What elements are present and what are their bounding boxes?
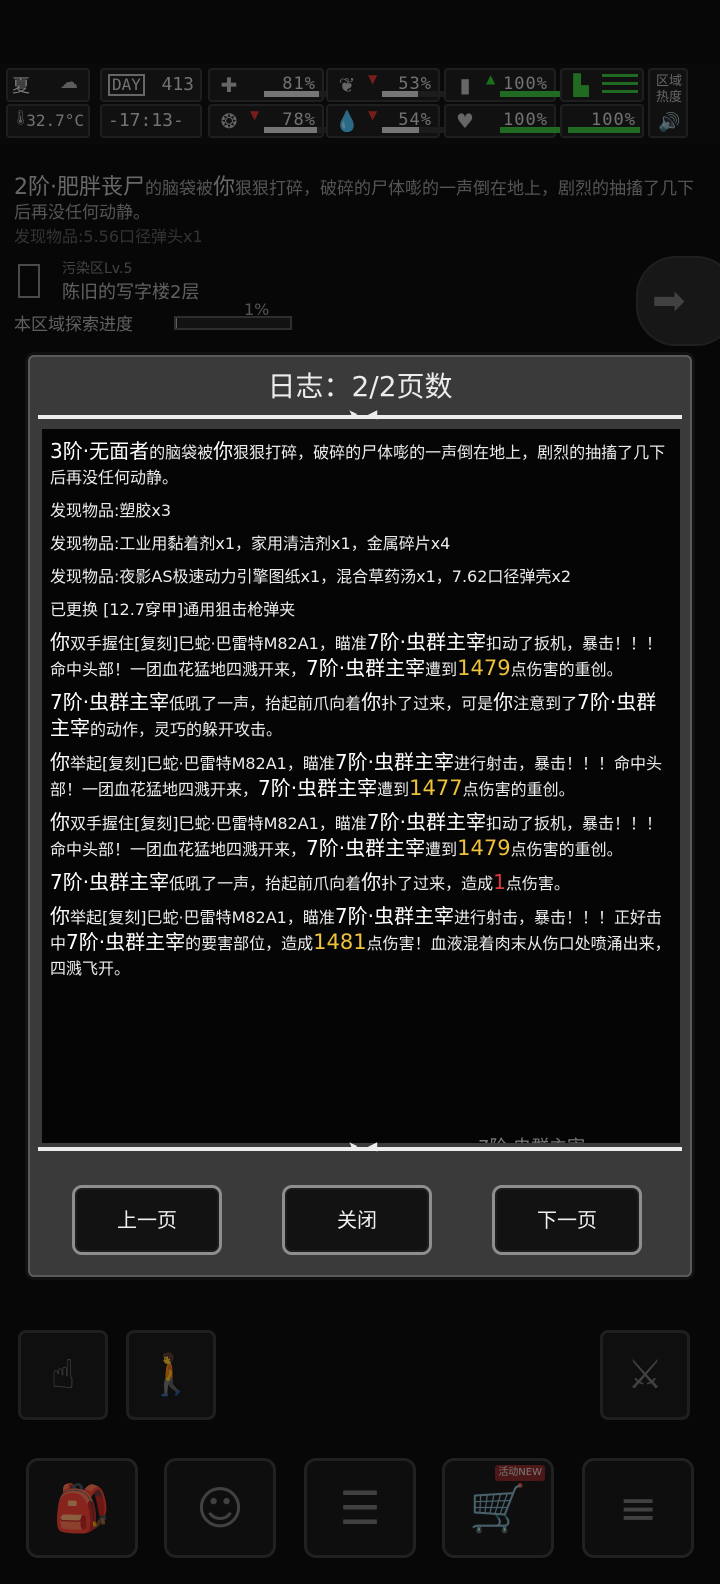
log-text: 遭到: [425, 840, 458, 859]
enemy-name: 7阶·虫群主宰: [306, 836, 426, 860]
log-text: 点伤害的重创。: [462, 780, 575, 799]
damage-number: 1481: [313, 930, 367, 954]
player-name: 你: [50, 630, 70, 654]
player-name: 你: [50, 750, 70, 774]
enemy-name: 7阶·虫群主宰: [50, 690, 170, 714]
log-entry: 发现物品:工业用黏着剂x1，家用清洁剂x1，金属碎片x4: [50, 534, 451, 553]
log-dialog: 日志：2/2页数 ➤◀ 3阶·无面者的脑袋被你狠狠打碎，破碎的尸体嘭的一声倒在地…: [28, 355, 692, 1277]
player-name: 你: [361, 870, 382, 894]
enemy-name: 7阶·虫群主宰: [334, 750, 454, 774]
enemy-name: 7阶·虫群主宰: [366, 630, 486, 654]
log-text: 低吼了一声，抬起前爪向着: [169, 874, 362, 893]
log-text: 遭到: [377, 780, 410, 799]
log-text: 的要害部位，造成: [185, 934, 314, 953]
divider-arrows-icon: ➤◀: [348, 407, 388, 421]
player-name: 你: [50, 810, 70, 834]
log-text: 的脑袋被: [149, 443, 214, 462]
enemy-name: 7阶·虫群主宰: [258, 776, 378, 800]
log-scroll-area[interactable]: 3阶·无面者的脑袋被你狠狠打碎，破碎的尸体嘭的一声倒在地上，剧烈的抽搐了几下后再…: [42, 429, 680, 1143]
enemy-name: 7阶·虫群主宰: [366, 810, 486, 834]
log-entry: 3阶·无面者的脑袋被你狠狠打碎，破碎的尸体嘭的一声倒在地上，剧烈的抽搐了几下后再…: [50, 439, 672, 490]
enemy-name: 3阶·无面者: [50, 439, 150, 463]
player-name: 你: [213, 439, 234, 463]
damage-number: 1479: [457, 836, 511, 860]
log-text: 扑了过来，可是: [381, 694, 494, 713]
close-button[interactable]: 关闭: [282, 1185, 432, 1255]
log-entry: 你举起[复刻]巳蛇·巴雷特M82A1，瞄准7阶·虫群主宰进行射击，暴击！！！命中…: [50, 750, 672, 802]
next-page-button[interactable]: 下一页: [492, 1185, 642, 1255]
log-text: 举起[复刻]巳蛇·巴雷特M82A1，瞄准: [70, 908, 335, 927]
dialog-title: 日志：2/2页数: [267, 370, 453, 403]
log-overflow-text: 7阶·虫群主宰: [478, 1135, 585, 1143]
log-text: 点伤害的重创。: [510, 840, 623, 859]
log-text: 的动作，灵巧的躲开攻击。: [90, 720, 283, 739]
log-entry: 7阶·虫群主宰低吼了一声，抬起前爪向着你扑了过来，可是你注意到了7阶·虫群主宰的…: [50, 690, 672, 742]
bottom-divider: ➤◀: [38, 1139, 682, 1153]
divider-arrows-icon: ➤◀: [348, 1139, 388, 1153]
prev-page-button[interactable]: 上一页: [72, 1185, 222, 1255]
enemy-name: 7阶·虫群主宰: [50, 870, 170, 894]
log-text: 低吼了一声，抬起前爪向着: [169, 694, 362, 713]
log-text: 遭到: [425, 660, 458, 679]
log-text: 注意到了: [513, 694, 578, 713]
log-entry: 你举起[复刻]巳蛇·巴雷特M82A1，瞄准7阶·虫群主宰进行射击，暴击！！！正好…: [50, 904, 672, 981]
log-text: 点伤害的重创。: [510, 660, 623, 679]
enemy-name: 7阶·虫群主宰: [306, 656, 426, 680]
log-text: 扑了过来，造成: [381, 874, 494, 893]
enemy-name: 7阶·虫群主宰: [66, 930, 186, 954]
damage-taken-number: 1: [493, 870, 506, 894]
damage-number: 1479: [457, 656, 511, 680]
top-divider: ➤◀: [38, 407, 682, 421]
player-name: 你: [361, 690, 382, 714]
log-entry: 发现物品:夜影AS极速动力引擎图纸x1，混合草药汤x1，7.62口径弹壳x2: [50, 567, 572, 586]
log-text: 点伤害。: [505, 874, 570, 893]
log-entry: 你双手握住[复刻]巳蛇·巴雷特M82A1，瞄准7阶·虫群主宰扣动了扳机，暴击！！…: [50, 630, 672, 682]
log-entry: 7阶·虫群主宰低吼了一声，抬起前爪向着你扑了过来，造成1点伤害。: [50, 870, 672, 896]
log-text: 举起[复刻]巳蛇·巴雷特M82A1，瞄准: [70, 754, 335, 773]
log-text: 双手握住[复刻]巳蛇·巴雷特M82A1，瞄准: [70, 634, 367, 653]
player-name: 你: [493, 690, 514, 714]
log-entry: 发现物品:塑胶x3: [50, 501, 172, 520]
log-text: 双手握住[复刻]巳蛇·巴雷特M82A1，瞄准: [70, 814, 367, 833]
log-entry: 你双手握住[复刻]巳蛇·巴雷特M82A1，瞄准7阶·虫群主宰扣动了扳机，暴击！！…: [50, 810, 672, 862]
player-name: 你: [50, 904, 70, 928]
log-entry: 已更换 [12.7穿甲]通用狙击枪弹夹: [50, 600, 296, 619]
damage-number: 1477: [409, 776, 463, 800]
enemy-name: 7阶·虫群主宰: [334, 904, 454, 928]
